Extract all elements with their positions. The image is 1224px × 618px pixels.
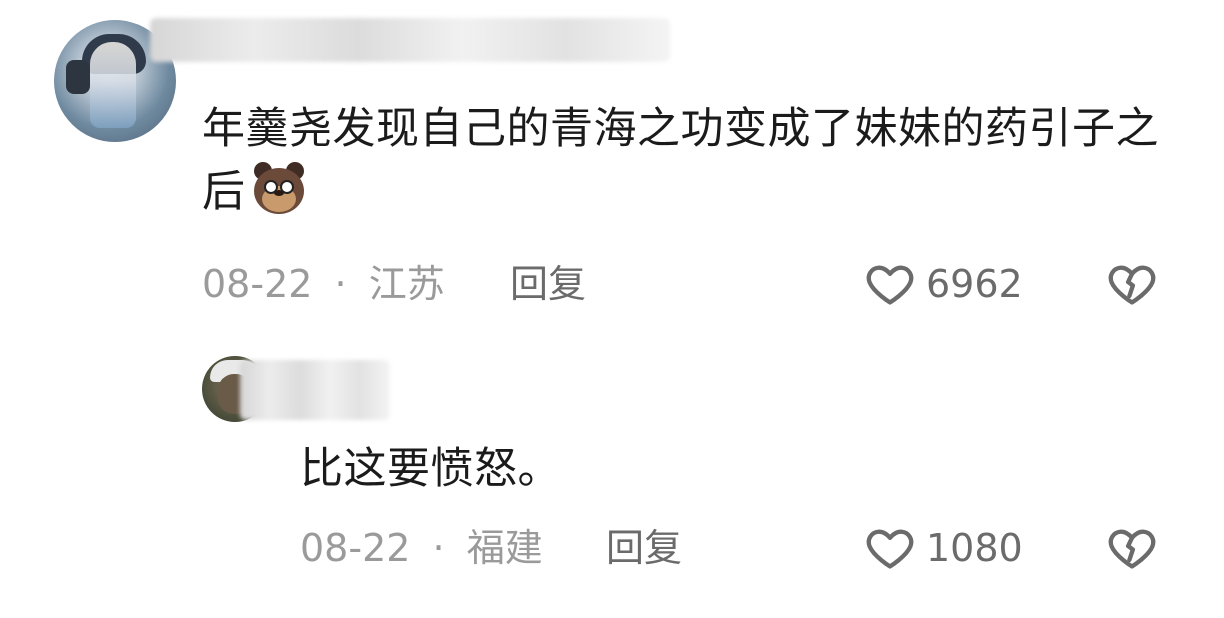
like-button[interactable]: 1080 bbox=[864, 522, 1023, 574]
broken-heart-icon[interactable] bbox=[1106, 258, 1158, 310]
comment-location: 福建 bbox=[466, 526, 543, 570]
comment-location: 江苏 bbox=[368, 262, 445, 306]
reply-button[interactable]: 回复 bbox=[606, 526, 682, 570]
username-redacted[interactable] bbox=[150, 18, 670, 62]
comment-text: 年羹尧发现自己的青海之功变成了妹妹的药引子之后 bbox=[202, 104, 1159, 217]
username-redacted[interactable] bbox=[240, 360, 390, 420]
reply-button[interactable]: 回复 bbox=[510, 262, 586, 306]
like-button[interactable]: 6962 bbox=[864, 258, 1023, 310]
heart-outline-icon bbox=[866, 529, 914, 569]
like-count: 1080 bbox=[926, 526, 1023, 570]
comment-date: 08-22 bbox=[202, 262, 313, 306]
heart-outline-icon bbox=[866, 265, 914, 305]
comment-meta: 08-22 · 江苏 bbox=[202, 262, 445, 306]
comment-date: 08-22 bbox=[300, 526, 411, 570]
meta-separator: · bbox=[334, 262, 347, 306]
comment-text: 比这要愤怒。 bbox=[300, 444, 561, 494]
comment-meta: 08-22 · 福建 bbox=[300, 526, 543, 570]
broken-heart-icon[interactable] bbox=[1106, 522, 1158, 574]
like-count: 6962 bbox=[926, 262, 1023, 306]
bear-face-emoji bbox=[250, 160, 308, 216]
meta-separator: · bbox=[432, 526, 445, 570]
